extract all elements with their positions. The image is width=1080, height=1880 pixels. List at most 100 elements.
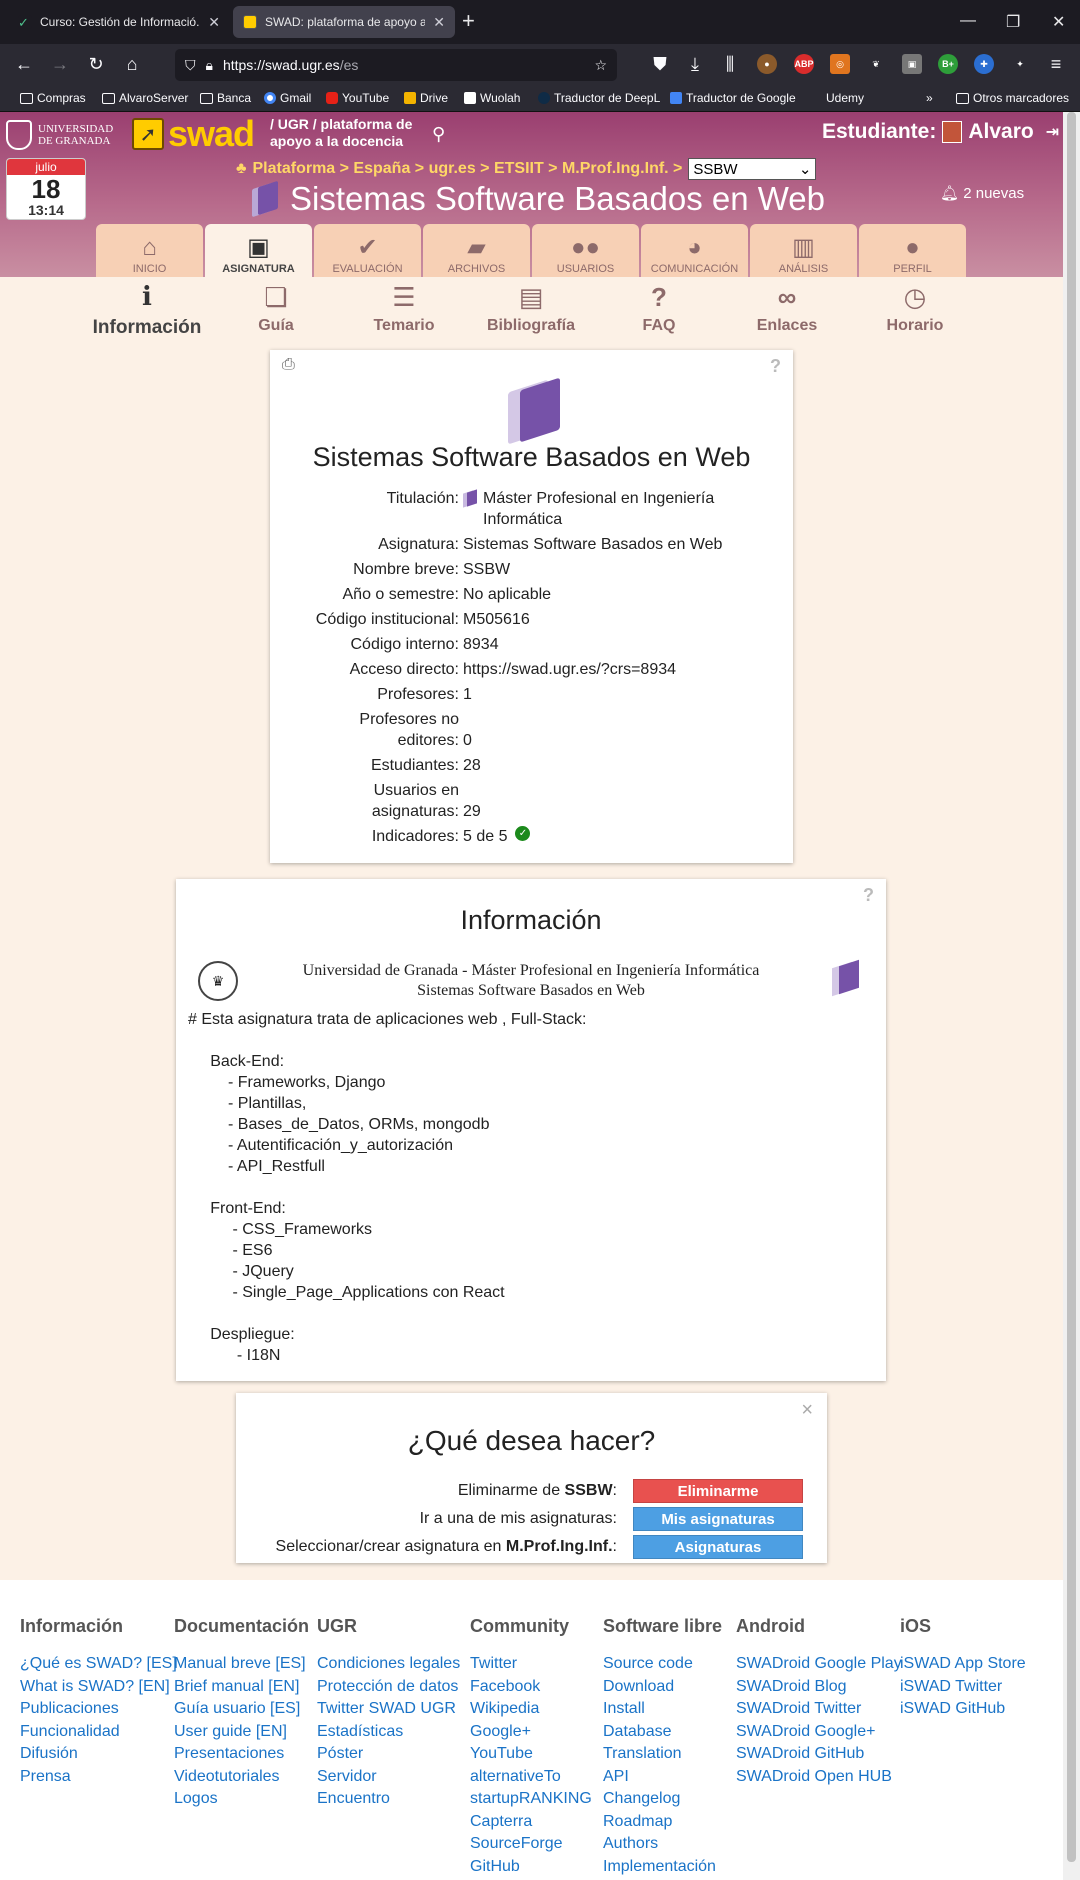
footer-link[interactable]: Translation: [603, 1743, 722, 1766]
footer-link[interactable]: SWADroid Blog: [736, 1676, 902, 1699]
extension-icon[interactable]: ✚: [974, 54, 994, 74]
browser-tab-1[interactable]: ✓ Curso: Gestión de Informació... ✕: [8, 6, 230, 38]
forward-icon[interactable]: →: [48, 53, 72, 75]
footer-link[interactable]: Source code: [603, 1653, 722, 1676]
lock-icon[interactable]: 🔒︎: [206, 57, 213, 74]
scrollbar[interactable]: [1063, 112, 1080, 1880]
footer-link[interactable]: YouTube: [470, 1743, 592, 1766]
tab-usuarios[interactable]: ●● USUARIOS: [532, 224, 639, 277]
footer-link[interactable]: Presentaciones: [174, 1743, 309, 1766]
submenu-enlaces[interactable]: ∞ Enlaces: [722, 277, 852, 335]
footer-link[interactable]: Prensa: [20, 1766, 177, 1789]
bookmark-item[interactable]: Udemy: [810, 91, 864, 105]
logout-icon[interactable]: ⇥: [1046, 122, 1059, 142]
footer-link[interactable]: SWADroid GitHub: [736, 1743, 902, 1766]
library-icon[interactable]: ⫼: [718, 53, 742, 75]
footer-link[interactable]: Encuentro: [317, 1788, 460, 1811]
courses-button[interactable]: Asignaturas: [633, 1535, 803, 1559]
extension-icon[interactable]: ◎: [830, 54, 850, 74]
tab-asignatura[interactable]: ▣ ASIGNATURA: [205, 224, 312, 277]
home-icon[interactable]: ⌂: [120, 53, 144, 75]
footer-link[interactable]: Authors: [603, 1833, 722, 1856]
breadcrumb[interactable]: ♣ Plataforma > España > ugr.es > ETSIIT …: [236, 158, 817, 180]
print-icon[interactable]: ⎙: [282, 356, 295, 374]
footer-link[interactable]: Capterra: [470, 1811, 592, 1834]
footer-link[interactable]: Protección de datos: [317, 1676, 460, 1699]
pocket-icon[interactable]: ⛊: [648, 53, 672, 75]
bookmark-item[interactable]: Traductor de Google: [670, 91, 796, 105]
extension-icon[interactable]: B+: [938, 54, 958, 74]
footer-link[interactable]: Estadísticas: [317, 1721, 460, 1744]
avatar[interactable]: [942, 121, 963, 143]
footer-link[interactable]: Google+: [470, 1721, 592, 1744]
footer-link[interactable]: Changelog: [603, 1788, 722, 1811]
footer-link[interactable]: Servidor: [317, 1766, 460, 1789]
footer-link[interactable]: Logos: [174, 1788, 309, 1811]
footer-link[interactable]: SWADroid Open HUB: [736, 1766, 902, 1789]
bookmark-item[interactable]: Compras: [20, 91, 86, 105]
footer-link[interactable]: startupRANKING: [470, 1788, 592, 1811]
footer-link[interactable]: Publicaciones: [20, 1698, 177, 1721]
shield-icon[interactable]: ⛉: [185, 57, 196, 74]
download-icon[interactable]: ⤓: [683, 53, 707, 75]
direct-link[interactable]: https://swad.ugr.es/?crs=8934: [463, 659, 753, 680]
footer-link[interactable]: iSWAD GitHub: [900, 1698, 1026, 1721]
extension-icon[interactable]: ▣: [902, 54, 922, 74]
bookmark-star-icon[interactable]: ☆: [594, 57, 607, 74]
footer-link[interactable]: SourceForge: [470, 1833, 592, 1856]
my-courses-button[interactable]: Mis asignaturas: [633, 1507, 803, 1531]
footer-link[interactable]: Brief manual [EN]: [174, 1676, 309, 1699]
tab-comunicacion[interactable]: ◕ COMUNICACIÓN: [641, 224, 748, 277]
tab-inicio[interactable]: ⌂ INICIO: [96, 224, 203, 277]
footer-link[interactable]: Guía usuario [ES]: [174, 1698, 309, 1721]
footer-link[interactable]: API: [603, 1766, 722, 1789]
footer-link[interactable]: iSWAD App Store: [900, 1653, 1026, 1676]
extension-icon[interactable]: ❦: [866, 54, 886, 74]
footer-link[interactable]: Database: [603, 1721, 722, 1744]
footer-link[interactable]: Facebook: [470, 1676, 592, 1699]
footer-link[interactable]: Wikipedia: [470, 1698, 592, 1721]
footer-link[interactable]: Difusión: [20, 1743, 177, 1766]
footer-link[interactable]: Videotutoriales: [174, 1766, 309, 1789]
footer-link[interactable]: Install: [603, 1698, 722, 1721]
footer-link[interactable]: Funcionalidad: [20, 1721, 177, 1744]
menu-icon[interactable]: ≡: [1044, 53, 1068, 75]
submenu-temario[interactable]: ☰ Temario: [339, 277, 469, 335]
back-icon[interactable]: ←: [12, 53, 36, 75]
restore-icon[interactable]: ❐: [1006, 12, 1020, 32]
swad-logo[interactable]: ➚ swad: [132, 116, 255, 152]
new-tab-icon[interactable]: +: [462, 10, 475, 32]
unenroll-button[interactable]: Eliminarme: [633, 1479, 803, 1503]
bookmark-item[interactable]: YouTube: [326, 91, 389, 105]
info-value[interactable]: Máster Profesional en Ingeniería Informá…: [483, 488, 753, 530]
footer-link[interactable]: SWADroid Twitter: [736, 1698, 902, 1721]
footer-link[interactable]: alternativeTo: [470, 1766, 592, 1789]
help-icon[interactable]: ?: [770, 356, 781, 377]
bookmark-item[interactable]: AlvaroServer: [102, 91, 188, 105]
adblock-icon[interactable]: ABP: [794, 54, 814, 74]
footer-link[interactable]: Póster: [317, 1743, 460, 1766]
bookmark-item[interactable]: Banca: [200, 91, 251, 105]
notifications[interactable]: 🔔︎ 2 nuevas: [940, 184, 1024, 202]
footer-link[interactable]: SWADroid Google+: [736, 1721, 902, 1744]
course-select[interactable]: SSBW ⌄: [688, 158, 817, 180]
tab-perfil[interactable]: ● PERFIL: [859, 224, 966, 277]
url-bar[interactable]: ⛉ 🔒︎ https://swad.ugr.es/es ☆: [175, 49, 617, 81]
other-bookmarks[interactable]: Otros marcadores: [956, 91, 1069, 105]
footer-link[interactable]: User guide [EN]: [174, 1721, 309, 1744]
extension-icon[interactable]: ●: [757, 54, 777, 74]
student-name[interactable]: Alvaro: [968, 120, 1033, 144]
extensions-puzzle-icon[interactable]: ✦: [1010, 54, 1030, 74]
submenu-guia[interactable]: ❏ Guía: [211, 277, 341, 335]
footer-link[interactable]: Twitter: [470, 1653, 592, 1676]
footer-link[interactable]: Implementación: [603, 1856, 722, 1879]
bookmark-item[interactable]: Drive: [404, 91, 448, 105]
help-icon[interactable]: ?: [863, 885, 874, 906]
footer-link[interactable]: ¿Qué es SWAD? [ES]: [20, 1653, 177, 1676]
tab-archivos[interactable]: ▰ ARCHIVOS: [423, 224, 530, 277]
footer-link[interactable]: GitHub: [470, 1856, 592, 1879]
breadcrumb-path[interactable]: Plataforma > España > ugr.es > ETSIIT > …: [253, 160, 683, 178]
bookmark-item[interactable]: Wuolah: [464, 91, 520, 105]
close-tab-icon[interactable]: ✕: [208, 14, 220, 31]
submenu-horario[interactable]: ◷ Horario: [850, 277, 980, 335]
